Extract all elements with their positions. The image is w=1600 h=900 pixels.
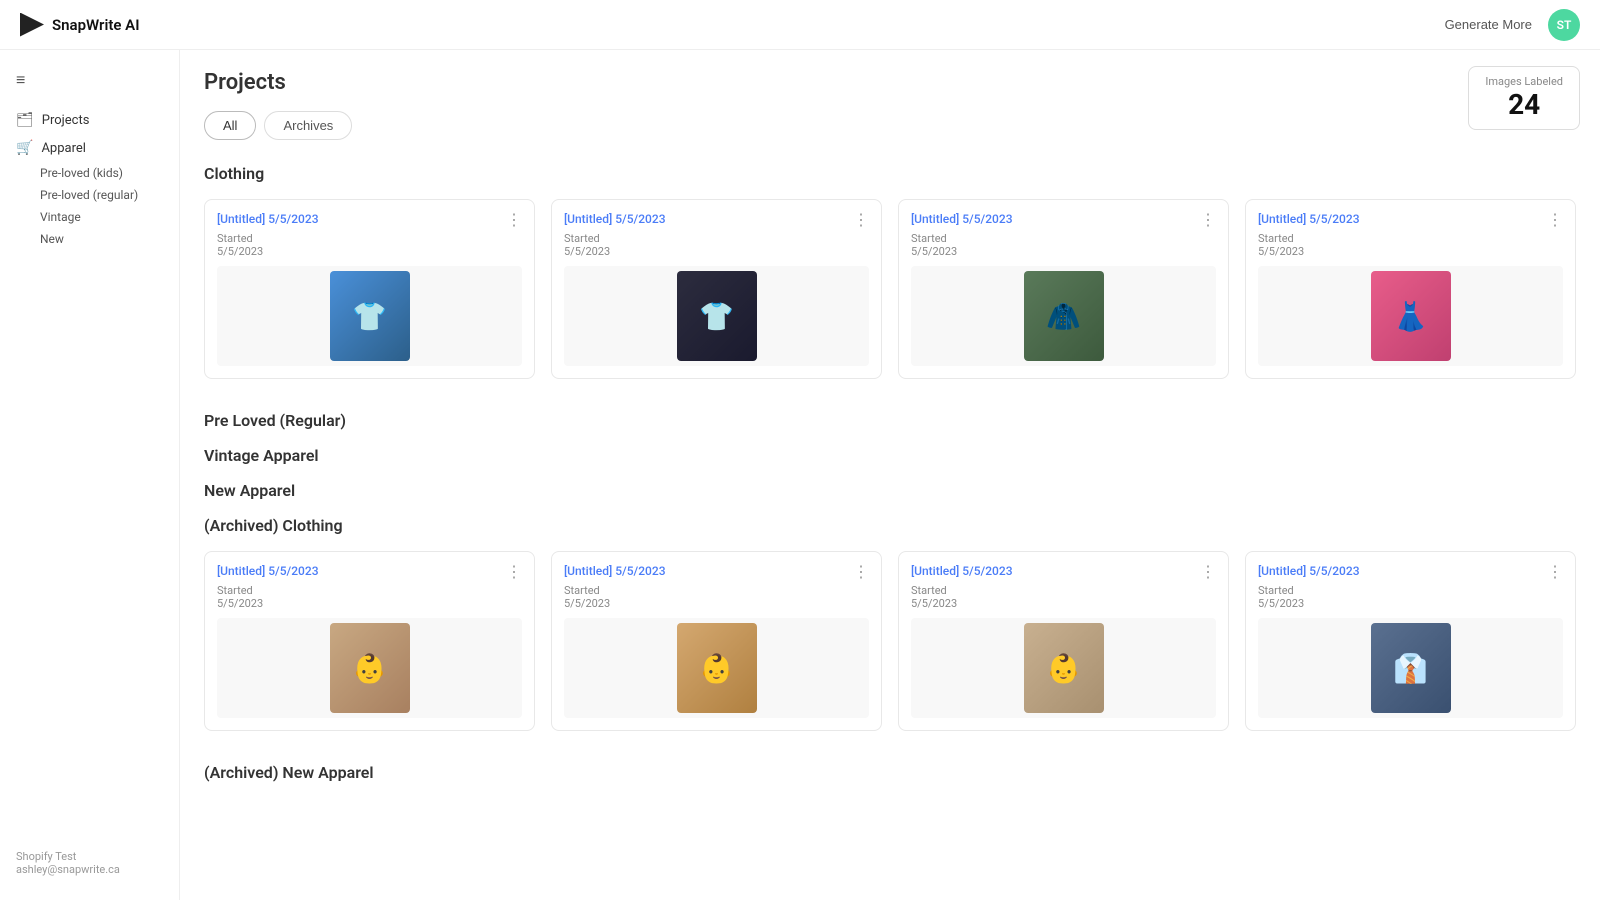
section-heading-archived-new-apparel: (Archived) New Apparel xyxy=(204,763,1576,782)
archived-image-beige3: 👶 xyxy=(1024,623,1104,713)
clothing-image-dark: 👕 xyxy=(677,271,757,361)
store-name: Shopify Test xyxy=(16,850,163,863)
clothing-image-pink: 👗 xyxy=(1371,271,1451,361)
section-heading-new-apparel: New Apparel xyxy=(204,481,1576,500)
project-card-image: 👕 xyxy=(564,266,869,366)
project-card-status: Started xyxy=(911,584,1216,597)
project-card-date: 5/5/2023 xyxy=(217,597,522,610)
project-card-image: 👔 xyxy=(1258,618,1563,718)
project-card-menu-icon[interactable]: ⋮ xyxy=(853,564,869,580)
tab-archives[interactable]: Archives xyxy=(264,111,352,140)
sidebar-item-projects[interactable]: 🗂 Projects xyxy=(0,106,179,134)
sidebar-section-main: 🗂 Projects 🛒 Apparel Pre-loved (kids) Pr… xyxy=(0,106,179,250)
avatar[interactable]: ST xyxy=(1548,9,1580,41)
project-card-status: Started xyxy=(564,232,869,245)
project-card-menu-icon[interactable]: ⋮ xyxy=(506,212,522,228)
archived-clothing-project-grid: [Untitled] 5/5/2023 ⋮ Started 5/5/2023 👶… xyxy=(204,551,1576,731)
project-card[interactable]: [Untitled] 5/5/2023 ⋮ Started 5/5/2023 👶 xyxy=(898,551,1229,731)
project-card-status: Started xyxy=(217,584,522,597)
section-heading-clothing: Clothing xyxy=(204,164,1576,183)
app-name: SnapWrite AI xyxy=(52,16,140,34)
images-labeled-count: 24 xyxy=(1485,88,1563,121)
main-content: Projects All Archives Images Labeled 24 … xyxy=(180,50,1600,900)
project-card-status: Started xyxy=(911,232,1216,245)
project-card-status: Started xyxy=(217,232,522,245)
archived-image-beige2: 👶 xyxy=(677,623,757,713)
project-card[interactable]: [Untitled] 5/5/2023 ⋮ Started 5/5/2023 👕 xyxy=(204,199,535,379)
app-layout: ≡ 🗂 Projects 🛒 Apparel Pre-loved (kids) … xyxy=(0,50,1600,900)
project-card-title: [Untitled] 5/5/2023 xyxy=(1258,212,1360,226)
page-title: Projects xyxy=(204,70,1576,95)
cart-icon: 🛒 xyxy=(16,140,33,156)
project-card-title: [Untitled] 5/5/2023 xyxy=(1258,564,1360,578)
project-card-date: 5/5/2023 xyxy=(564,245,869,258)
project-card-image: 👶 xyxy=(911,618,1216,718)
nav-brand: SnapWrite AI xyxy=(20,13,140,37)
images-labeled-label: Images Labeled xyxy=(1485,75,1563,88)
project-card-date: 5/5/2023 xyxy=(911,245,1216,258)
sidebar: ≡ 🗂 Projects 🛒 Apparel Pre-loved (kids) … xyxy=(0,50,180,900)
project-card-title: [Untitled] 5/5/2023 xyxy=(564,564,666,578)
tab-all[interactable]: All xyxy=(204,111,256,140)
project-card-menu-icon[interactable]: ⋮ xyxy=(1547,212,1563,228)
project-card-date: 5/5/2023 xyxy=(1258,597,1563,610)
project-card-date: 5/5/2023 xyxy=(911,597,1216,610)
project-card[interactable]: [Untitled] 5/5/2023 ⋮ Started 5/5/2023 🧥 xyxy=(898,199,1229,379)
clothing-project-grid: [Untitled] 5/5/2023 ⋮ Started 5/5/2023 👕… xyxy=(204,199,1576,379)
generate-more-button[interactable]: Generate More xyxy=(1445,17,1532,32)
project-card-menu-icon[interactable]: ⋮ xyxy=(1200,212,1216,228)
project-card-title: [Untitled] 5/5/2023 xyxy=(217,212,319,226)
tab-bar: All Archives xyxy=(204,111,1576,140)
archived-image-plaid: 👔 xyxy=(1371,623,1451,713)
project-card-date: 5/5/2023 xyxy=(217,245,522,258)
sidebar-sub-item-pre-loved-regular[interactable]: Pre-loved (regular) xyxy=(0,184,179,206)
project-card-menu-icon[interactable]: ⋮ xyxy=(1547,564,1563,580)
section-heading-archived-clothing: (Archived) Clothing xyxy=(204,516,1576,535)
sidebar-footer: Shopify Test ashley@snapwrite.ca xyxy=(0,838,179,888)
project-card[interactable]: [Untitled] 5/5/2023 ⋮ Started 5/5/2023 👗 xyxy=(1245,199,1576,379)
folder-icon: 🗂 xyxy=(16,112,34,128)
user-email: ashley@snapwrite.ca xyxy=(16,863,163,876)
project-card-title: [Untitled] 5/5/2023 xyxy=(564,212,666,226)
sidebar-sub-item-pre-loved-kids[interactable]: Pre-loved (kids) xyxy=(0,162,179,184)
project-card-date: 5/5/2023 xyxy=(564,597,869,610)
project-card-title: [Untitled] 5/5/2023 xyxy=(911,564,1013,578)
clothing-image-blue: 👕 xyxy=(330,271,410,361)
project-card-image: 👗 xyxy=(1258,266,1563,366)
project-card-status: Started xyxy=(564,584,869,597)
project-card-status: Started xyxy=(1258,584,1563,597)
project-card-image: 🧥 xyxy=(911,266,1216,366)
project-card-image: 👶 xyxy=(564,618,869,718)
project-card[interactable]: [Untitled] 5/5/2023 ⋮ Started 5/5/2023 👕 xyxy=(551,199,882,379)
nav-actions: Generate More ST xyxy=(1445,9,1580,41)
project-card-menu-icon[interactable]: ⋮ xyxy=(1200,564,1216,580)
hamburger-menu-icon[interactable]: ≡ xyxy=(0,62,179,98)
sidebar-item-apparel[interactable]: 🛒 Apparel xyxy=(0,134,179,162)
archived-image-beige1: 👶 xyxy=(330,623,410,713)
clothing-image-green: 🧥 xyxy=(1024,271,1104,361)
project-card-title: [Untitled] 5/5/2023 xyxy=(911,212,1013,226)
images-labeled-badge: Images Labeled 24 xyxy=(1468,66,1580,130)
project-card-date: 5/5/2023 xyxy=(1258,245,1563,258)
project-card-image: 👶 xyxy=(217,618,522,718)
project-card-menu-icon[interactable]: ⋮ xyxy=(506,564,522,580)
project-card-title: [Untitled] 5/5/2023 xyxy=(217,564,319,578)
project-card[interactable]: [Untitled] 5/5/2023 ⋮ Started 5/5/2023 👔 xyxy=(1245,551,1576,731)
project-card-status: Started xyxy=(1258,232,1563,245)
top-nav: SnapWrite AI Generate More ST xyxy=(0,0,1600,50)
project-card[interactable]: [Untitled] 5/5/2023 ⋮ Started 5/5/2023 👶 xyxy=(204,551,535,731)
section-heading-vintage: Vintage Apparel xyxy=(204,446,1576,465)
sidebar-sub-item-new[interactable]: New xyxy=(0,228,179,250)
project-card-menu-icon[interactable]: ⋮ xyxy=(853,212,869,228)
project-card-image: 👕 xyxy=(217,266,522,366)
logo-icon xyxy=(20,13,44,37)
section-heading-pre-loved: Pre Loved (Regular) xyxy=(204,411,1576,430)
project-card[interactable]: [Untitled] 5/5/2023 ⋮ Started 5/5/2023 👶 xyxy=(551,551,882,731)
sidebar-sub-item-vintage[interactable]: Vintage xyxy=(0,206,179,228)
